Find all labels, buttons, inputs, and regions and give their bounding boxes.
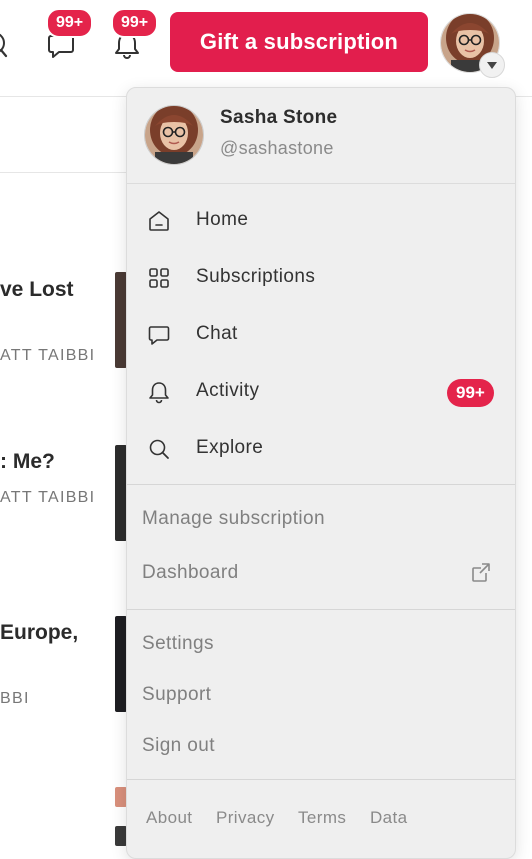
chevron-down-icon[interactable] — [479, 52, 505, 78]
menu-item-home[interactable]: Home — [127, 196, 515, 246]
messages-badge: 99+ — [46, 8, 94, 38]
profile-handle: @sashastone — [220, 138, 334, 158]
footer-link-data[interactable]: Data — [370, 808, 408, 828]
grid-icon — [149, 268, 169, 288]
profile-name: Sasha Stone — [220, 107, 338, 128]
post-author: ATT TAIBBI — [0, 489, 96, 506]
footer-link-terms[interactable]: Terms — [298, 808, 346, 828]
menu-divider — [127, 779, 515, 780]
menu-item-chat[interactable]: Chat — [127, 310, 515, 360]
settings-link[interactable]: Settings — [142, 633, 214, 655]
manage-subscription-link[interactable]: Manage subscription — [142, 508, 325, 530]
menu-item-subscriptions[interactable]: Subscriptions — [127, 253, 515, 303]
bell-icon — [149, 382, 169, 404]
avatar — [144, 105, 204, 165]
menu-item-label: Subscriptions — [196, 266, 316, 287]
menu-item-label: Chat — [196, 323, 238, 344]
search-icon — [149, 439, 169, 459]
external-link-icon[interactable] — [470, 561, 492, 583]
menu-item-label: Activity — [196, 380, 260, 401]
support-link[interactable]: Support — [142, 684, 211, 706]
post-title[interactable]: : Me? — [0, 450, 55, 474]
gift-subscription-button[interactable]: Gift a subscription — [170, 12, 428, 72]
activity-badge: 99+ — [447, 379, 494, 407]
menu-divider — [127, 484, 515, 485]
menu-divider — [127, 609, 515, 610]
footer-link-about[interactable]: About — [146, 808, 192, 828]
post-author: BBI — [0, 690, 30, 707]
menu-item-label: Home — [196, 209, 249, 230]
top-bar: 99+ 99+ Gift a subscription — [0, 0, 532, 97]
notifications-badge: 99+ — [111, 8, 159, 38]
profile-header[interactable]: Sasha Stone @sashastone — [127, 88, 515, 184]
menu-item-activity[interactable]: Activity 99+ — [127, 367, 515, 417]
footer-link-privacy[interactable]: Privacy — [216, 808, 275, 828]
divider — [0, 172, 130, 173]
dashboard-link[interactable]: Dashboard — [142, 562, 239, 584]
post-title[interactable]: Europe, — [0, 621, 78, 645]
menu-item-label: Explore — [196, 437, 264, 458]
search-icon[interactable] — [0, 29, 14, 59]
account-dropdown-menu: Sasha Stone @sashastone Home Subscriptio… — [126, 87, 516, 859]
home-icon — [149, 211, 169, 231]
menu-item-explore[interactable]: Explore — [127, 424, 515, 474]
post-author: ATT TAIBBI — [0, 347, 96, 364]
chat-icon — [148, 326, 170, 345]
sign-out-link[interactable]: Sign out — [142, 735, 215, 757]
post-title[interactable]: ve Lost — [0, 278, 74, 302]
